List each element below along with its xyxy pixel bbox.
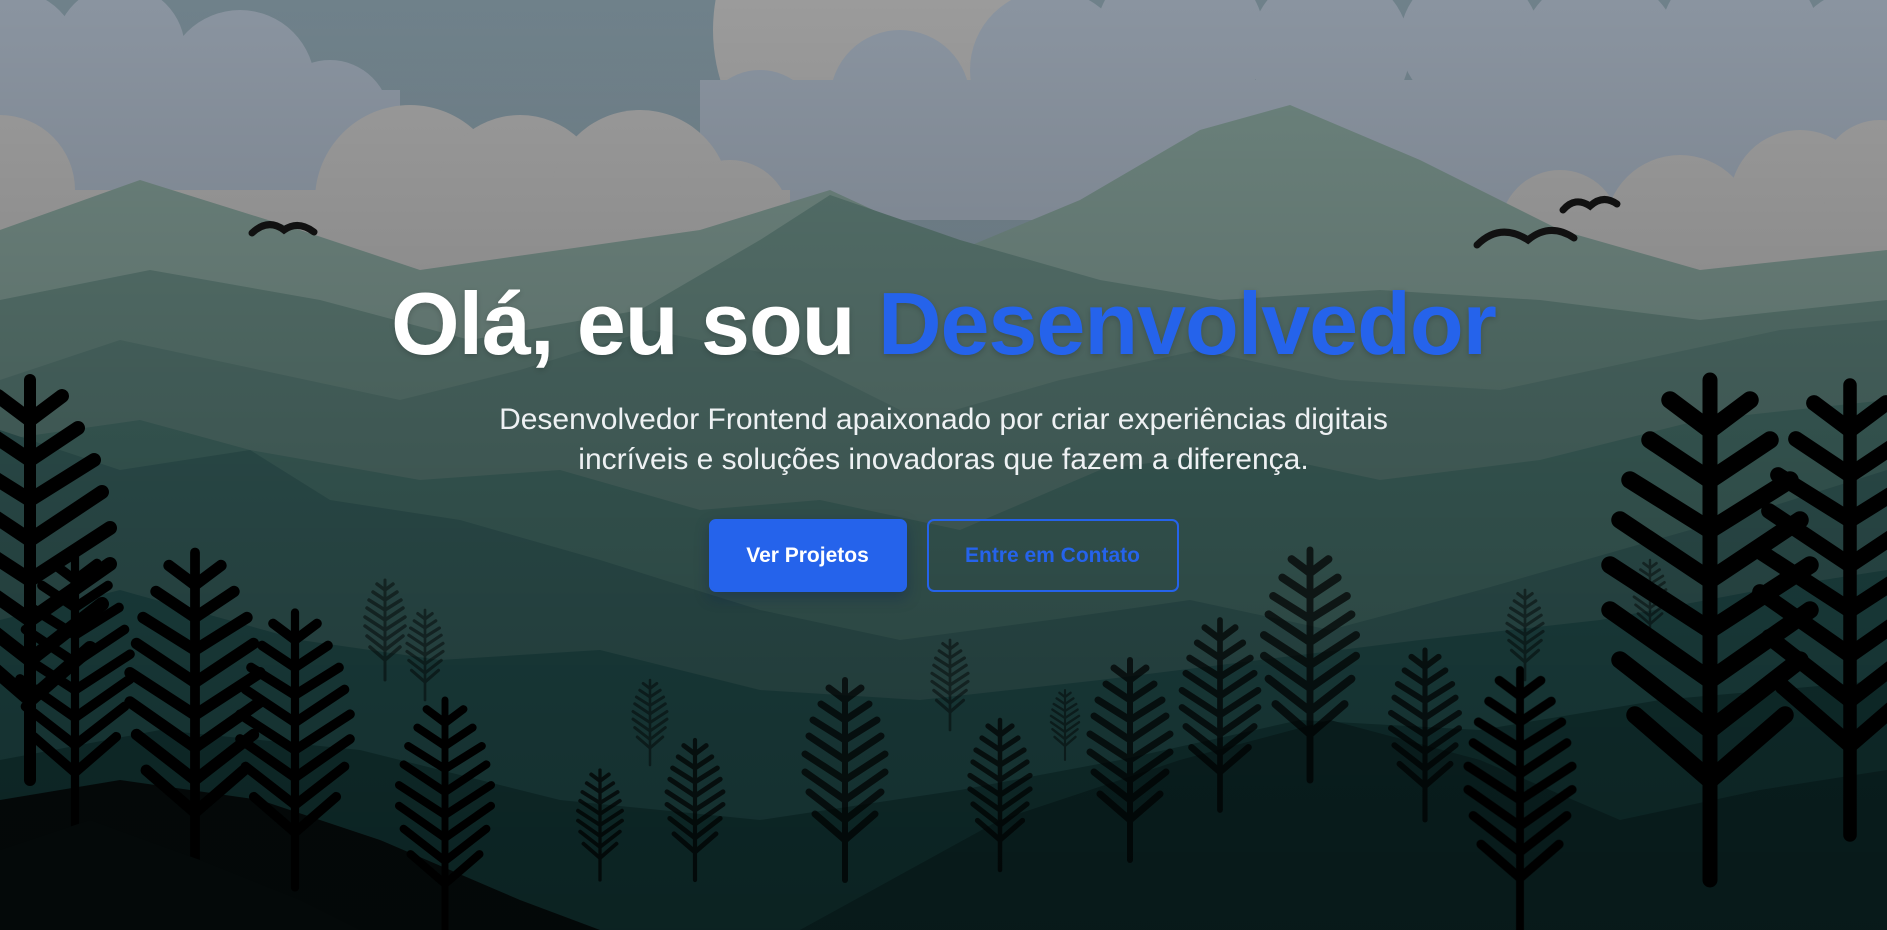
hero-title: Olá, eu sou Desenvolvedor	[0, 268, 1887, 380]
contact-button[interactable]: Entre em Contato	[926, 519, 1179, 592]
hero-section: Olá, eu sou Desenvolvedor Desenvolvedor …	[0, 0, 1887, 930]
hero-subtitle-line-1: Desenvolvedor Frontend apaixonado por cr…	[499, 403, 1388, 436]
hero-title-highlight: Desenvolvedor	[877, 274, 1497, 373]
hero-subtitle: Desenvolvedor Frontend apaixonado por cr…	[443, 400, 1444, 480]
hero-subtitle-line-2: incríveis e soluções inovadoras que faze…	[578, 443, 1309, 476]
hero-title-prefix: Olá, eu sou	[391, 274, 855, 373]
view-projects-button[interactable]: Ver Projetos	[708, 519, 907, 592]
hero-content: Olá, eu sou Desenvolvedor Desenvolvedor …	[0, 0, 1887, 930]
hero-actions: Ver Projetos Entre em Contato	[0, 519, 1887, 594]
